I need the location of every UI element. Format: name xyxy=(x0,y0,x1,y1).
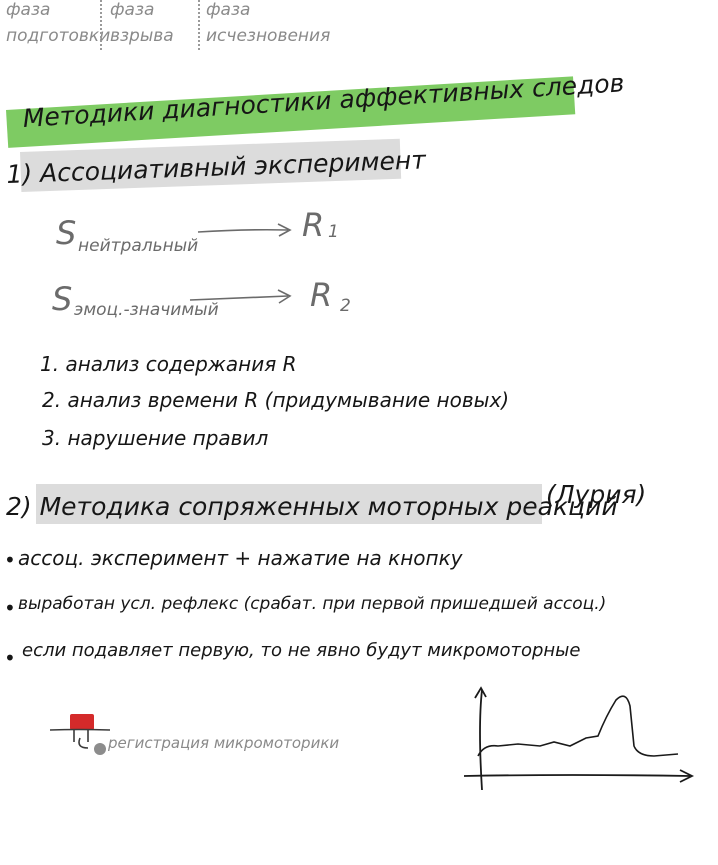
phase-prep-line2: подготовки xyxy=(6,26,111,46)
bullet-dot: • xyxy=(4,548,16,572)
stimulus-neutral: S xyxy=(56,214,77,252)
section2-author: (Лурия) xyxy=(546,480,647,509)
phase-fade-line2: исчезновения xyxy=(206,26,331,46)
response-1-subscript: 1 xyxy=(328,222,339,242)
stimulus-neutral-subscript: нейтральный xyxy=(78,236,199,256)
arrow-icon xyxy=(197,223,292,237)
phase-divider xyxy=(198,0,200,50)
bullet-text: если подавляет первую, то не явно будут … xyxy=(22,640,581,661)
device-label: регистрация микромоторики xyxy=(108,734,340,752)
response-2: R xyxy=(310,276,333,314)
bullet-text: ассоц. эксперимент + нажатие на кнопку xyxy=(18,546,463,570)
response-1: R xyxy=(302,206,325,244)
reaction-graph xyxy=(463,686,695,791)
list-item: 3. нарушение правил xyxy=(42,426,269,450)
phase-explosion-line2: взрыва xyxy=(110,26,174,46)
list-item: 1. анализ содержания R xyxy=(40,352,297,376)
arrow-icon xyxy=(189,289,292,304)
response-2-subscript: 2 xyxy=(340,296,351,316)
phase-explosion-line1: фаза xyxy=(110,0,155,20)
phase-prep-line1: фаза xyxy=(6,0,51,20)
phase-divider xyxy=(100,0,102,50)
list-item: 2. анализ времени R (придумывание новых) xyxy=(42,388,510,412)
bullet-text: выработан усл. рефлекс (срабат. при перв… xyxy=(18,594,607,614)
phase-fade-line1: фаза xyxy=(206,0,251,20)
section2-heading: 2) Методика сопряженных моторных реакций xyxy=(6,492,618,521)
stimulus-emotional: S xyxy=(52,280,73,318)
bullet-dot: • xyxy=(4,646,16,670)
bullet-dot: • xyxy=(4,596,16,620)
